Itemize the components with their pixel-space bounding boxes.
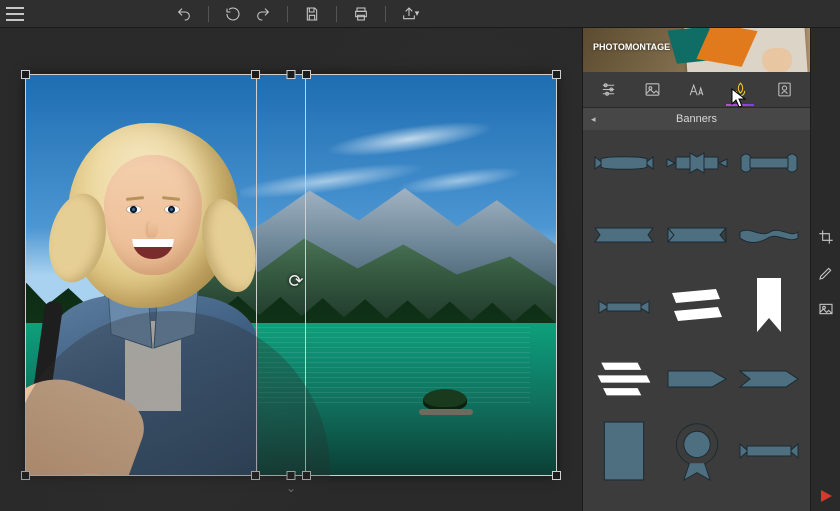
toolbar-separator xyxy=(287,6,288,22)
tab-image[interactable] xyxy=(637,75,669,105)
section-header-banners[interactable]: ◂ Banners xyxy=(583,108,810,130)
share-icon[interactable]: ▾ xyxy=(400,4,420,24)
pictures-tool-icon[interactable] xyxy=(817,300,835,318)
banner-asset-arrow-right[interactable] xyxy=(666,356,728,402)
canvas-area[interactable]: ⟳ ⌄ xyxy=(0,28,582,511)
photo-person xyxy=(26,123,280,475)
menu-hamburger-icon[interactable] xyxy=(6,7,24,21)
canvas-selection-frame[interactable]: ⟳ ⌄ xyxy=(26,75,556,475)
redo-icon[interactable] xyxy=(253,4,273,24)
banner-asset-tall-rect[interactable] xyxy=(593,428,655,474)
photo-island xyxy=(413,379,483,415)
toolbar-separator xyxy=(385,6,386,22)
banner-asset-diagonal-stripes[interactable] xyxy=(666,284,728,330)
resize-handle-top-right[interactable] xyxy=(552,70,561,79)
guide-handle-bottom-b[interactable] xyxy=(302,471,311,480)
tab-adjust[interactable] xyxy=(593,75,625,105)
rotate-handle-icon[interactable]: ⟳ xyxy=(288,271,303,292)
crop-tool-icon[interactable] xyxy=(817,228,835,246)
app-root: ▾ xyxy=(0,0,840,511)
right-panel: PHOTOMONTAGE xyxy=(582,28,810,511)
asset-row xyxy=(593,356,800,402)
top-toolbar: ▾ xyxy=(0,0,840,28)
banner-asset-medal-circle[interactable] xyxy=(666,428,728,474)
banner-asset-flat-ribbon[interactable] xyxy=(738,428,800,474)
side-tool-strip xyxy=(810,28,840,511)
panel-tabs xyxy=(583,72,810,108)
asset-row xyxy=(593,212,800,258)
banner-asset-stacked-bars[interactable] xyxy=(593,356,655,402)
banner-asset-rect-v-notch[interactable] xyxy=(666,212,728,258)
guide-handle-top-a[interactable] xyxy=(251,70,260,79)
banner-asset-wave-banner[interactable] xyxy=(738,212,800,258)
banner-asset-bookmark[interactable] xyxy=(738,284,800,330)
tab-text[interactable] xyxy=(680,75,712,105)
main-area: ⟳ ⌄ PHOTOMONTAGE xyxy=(0,28,840,511)
banner-asset-rect-notch[interactable] xyxy=(593,212,655,258)
asset-grid xyxy=(583,130,810,511)
banner-asset-ribbon-scroll[interactable] xyxy=(738,140,800,186)
history-icon[interactable] xyxy=(223,4,243,24)
expand-down-icon[interactable]: ⌄ xyxy=(286,481,296,495)
banner-asset-badge-ribbon[interactable] xyxy=(666,140,728,186)
save-icon[interactable] xyxy=(302,4,322,24)
banner-asset-ribbon-center-wave[interactable] xyxy=(593,140,655,186)
resize-handle-bottom-left[interactable] xyxy=(21,471,30,480)
toolbar-history-group: ▾ xyxy=(174,4,420,24)
play-indicator-icon[interactable] xyxy=(819,489,833,503)
resize-handle-bottom[interactable] xyxy=(287,471,296,480)
asset-row xyxy=(593,284,800,330)
banner-asset-small-flag[interactable] xyxy=(593,284,655,330)
undo-icon[interactable] xyxy=(174,4,194,24)
asset-row xyxy=(593,428,800,474)
draw-tool-icon[interactable] xyxy=(817,264,835,282)
resize-handle-top-left[interactable] xyxy=(21,70,30,79)
section-title: Banners xyxy=(676,113,717,125)
tab-frames[interactable] xyxy=(768,75,800,105)
banner-asset-chevron-right[interactable] xyxy=(738,356,800,402)
toolbar-separator xyxy=(336,6,337,22)
print-icon[interactable] xyxy=(351,4,371,24)
toolbar-separator xyxy=(208,6,209,22)
resize-handle-top[interactable] xyxy=(287,70,296,79)
tab-stickers[interactable] xyxy=(724,75,756,105)
brand-label: PHOTOMONTAGE xyxy=(593,42,670,52)
guide-handle-top-b[interactable] xyxy=(302,70,311,79)
asset-row xyxy=(593,140,800,186)
guide-handle-bottom-a[interactable] xyxy=(251,471,260,480)
caret-left-icon: ◂ xyxy=(591,114,596,125)
resize-handle-bottom-right[interactable] xyxy=(552,471,561,480)
brand-banner: PHOTOMONTAGE xyxy=(583,28,810,72)
